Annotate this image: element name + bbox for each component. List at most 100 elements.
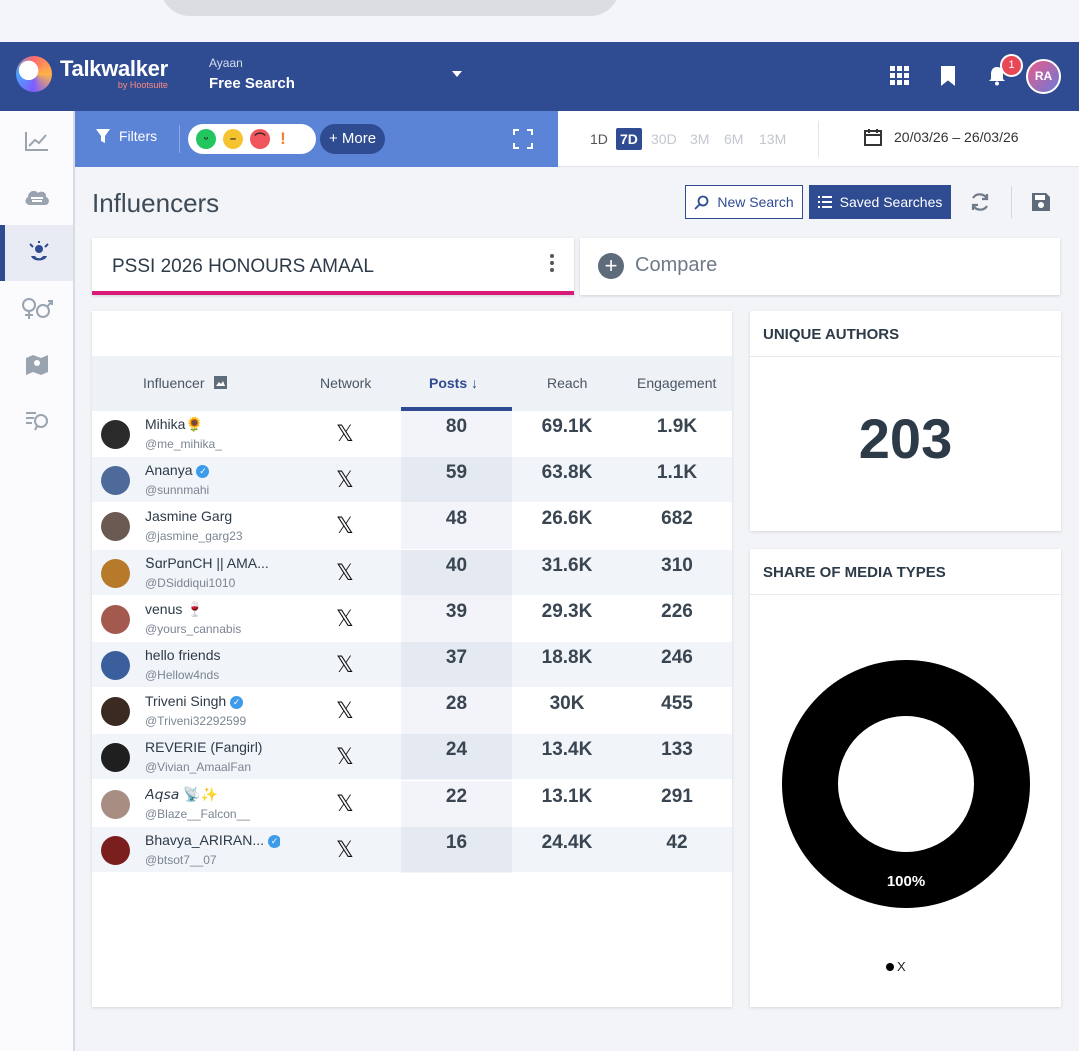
table-row[interactable]: Ananya ✓ @sunnmahi 𝕏 59 63.8K 1.1K [92, 457, 732, 504]
influencer-avatar[interactable] [101, 743, 130, 773]
influencer-name[interactable]: Mihika🌻 [145, 416, 203, 433]
bookmark-icon[interactable] [941, 66, 955, 86]
brand-name: Talkwalker [60, 56, 168, 81]
talkwalker-logo-icon [16, 56, 52, 92]
posts-count: 28 [445, 693, 468, 715]
table-row[interactable]: REVERIE (Fangirl) @Vivian_AmaalFan 𝕏 24 … [92, 734, 732, 781]
influencer-handle: @yours_cannabis [145, 621, 242, 636]
influencer-name[interactable]: REVERIE (Fangirl) [145, 739, 262, 755]
influencer-avatar[interactable] [101, 835, 130, 865]
table-row[interactable]: Triveni Singh ✓ @Triveni32292599 𝕏 28 30K… [92, 688, 732, 735]
sentiment-filter[interactable]: ᵕ – ⌒ ! [188, 124, 316, 154]
influencer-name[interactable]: Jasmine Garg [145, 508, 232, 524]
x-network-icon: 𝕏 [336, 606, 354, 632]
influencer-name[interactable]: 𝘈𝘲𝘴𝘢 📡✨ [145, 786, 218, 803]
influencer-avatar[interactable] [101, 558, 130, 588]
query-tab[interactable]: PSSI 2026 HONOURS AMAAL [92, 238, 574, 295]
compare-tab[interactable]: + Compare [580, 238, 1060, 295]
influencer-name[interactable]: venus 🍷 [145, 601, 204, 618]
x-network-icon: 𝕏 [336, 560, 354, 586]
influencer-avatar[interactable] [101, 512, 130, 542]
range-30d[interactable]: 30D [647, 128, 681, 150]
alert-sentiment-icon[interactable]: ! [277, 129, 289, 149]
saved-searches-button[interactable]: Saved Searches [809, 185, 951, 219]
expand-fullscreen-icon[interactable] [513, 129, 533, 149]
x-network-icon: 𝕏 [336, 653, 354, 678]
more-options-icon[interactable] [550, 254, 554, 272]
x-network-icon: 𝕏 [336, 837, 354, 863]
influencer-avatar[interactable] [101, 420, 130, 449]
influencer-avatar[interactable] [101, 466, 130, 496]
page-title: Influencers [92, 188, 220, 218]
notification-badge: 1 [1000, 54, 1023, 77]
more-filters-button[interactable]: + More [320, 124, 386, 154]
sidebar-item-topics[interactable] [0, 169, 73, 225]
filters-button[interactable]: Filters [95, 128, 157, 144]
influencer-name[interactable]: Ananya ✓ [145, 462, 210, 479]
table-row[interactable]: Jasmine Garg @jasmine_garg23 𝕏 48 26.6K … [92, 503, 732, 550]
range-1d[interactable]: 1D [586, 128, 612, 150]
col-influencer-label: Influencer [143, 375, 205, 391]
col-network[interactable]: Network [320, 375, 371, 391]
influencer-handle: @btsot7__07 [145, 852, 217, 867]
posts-count: 37 [445, 647, 468, 668]
sidebar-item-conversations[interactable] [0, 393, 73, 449]
search-type: Free Search [209, 75, 295, 92]
engagement-value: 1.1K [656, 462, 698, 484]
image-export-icon[interactable] [214, 376, 228, 389]
influencer-name[interactable]: Bhavya_ARIRAN... ✓ [145, 832, 280, 848]
range-13m[interactable]: 13M [755, 128, 790, 150]
table-row[interactable]: venus 🍷 @yours_cannabis 𝕏 39 29.3K 226 [92, 595, 732, 642]
table-row[interactable]: ՏɑrPɑnCH || AMA... @DSiddiqui1010 𝕏 40 3… [92, 549, 732, 596]
positive-sentiment-icon[interactable]: ᵕ [196, 129, 216, 149]
neutral-sentiment-icon[interactable]: – [223, 129, 243, 149]
donut-percent-label: 100% [887, 873, 925, 890]
influencer-avatar[interactable] [101, 697, 130, 727]
talkwalker-logo[interactable]: Talkwalker by Hootsuite [16, 56, 168, 92]
negative-sentiment-icon[interactable]: ⌒ [250, 129, 270, 149]
sidebar-item-demographics[interactable] [0, 281, 73, 337]
project-selector[interactable]: Ayaan Free Search [209, 56, 295, 92]
sort-down-arrow-icon: ↓ [471, 375, 479, 391]
col-posts[interactable]: Posts ↓ [429, 375, 478, 391]
browser-address-pill[interactable] [160, 0, 620, 16]
new-search-button[interactable]: New Search [685, 185, 803, 219]
sidebar-item-influencers[interactable] [0, 225, 73, 281]
range-3m[interactable]: 3M [686, 128, 713, 150]
col-reach[interactable]: Reach [547, 375, 587, 391]
engagement-value: 226 [661, 600, 693, 622]
media-types-card: SHARE OF MEDIA TYPES 100% X [750, 549, 1061, 1007]
influencer-name[interactable]: hello friends [145, 647, 221, 663]
chevron-down-icon[interactable] [452, 71, 462, 77]
user-avatar[interactable]: RA [1026, 59, 1061, 94]
influencer-name[interactable]: ՏɑrPɑnCH || AMA... [145, 555, 269, 572]
x-network-icon: 𝕏 [336, 745, 354, 771]
sidebar-item-geo[interactable] [0, 337, 73, 393]
date-range-picker[interactable]: 20/03/26 – 26/03/26 [864, 128, 1019, 146]
influencer-avatar[interactable] [101, 651, 130, 680]
reach-value: 13.1K [541, 785, 593, 807]
influencer-avatar[interactable] [101, 789, 130, 819]
influencer-avatar[interactable] [101, 604, 130, 634]
unique-authors-title: UNIQUE AUTHORS [763, 326, 900, 343]
range-6m[interactable]: 6M [720, 128, 747, 150]
table-row[interactable]: 𝘈𝘲𝘴𝘢 📡✨ @Blaze__Falcon__ 𝕏 22 13.1K 291 [92, 780, 732, 827]
table-row[interactable]: Mihika🌻 @me_mihika_ 𝕏 80 69.1K 1.9K [92, 411, 732, 457]
refresh-icon[interactable] [969, 191, 991, 213]
posts-count: 40 [445, 554, 468, 576]
table-row[interactable]: hello friends @Hellow4nds 𝕏 37 18.8K 246 [92, 642, 732, 688]
sidebar-item-trends[interactable] [0, 113, 73, 169]
table-row[interactable]: Bhavya_ARIRAN... ✓ @btsot7__07 𝕏 16 24.4K… [92, 826, 732, 873]
engagement-value: 133 [661, 739, 693, 761]
posts-count: 16 [445, 831, 468, 853]
apps-grid-icon[interactable] [890, 66, 909, 85]
save-icon[interactable] [1031, 192, 1051, 212]
posts-count: 39 [445, 600, 468, 622]
col-engagement[interactable]: Engagement [637, 375, 716, 391]
influencer-name[interactable]: Triveni Singh ✓ [145, 693, 244, 710]
range-7d[interactable]: 7D [616, 128, 642, 150]
media-donut-chart[interactable]: 100% [781, 659, 1031, 909]
col-influencer[interactable]: Influencer [143, 375, 228, 391]
chart-legend[interactable]: X [886, 959, 906, 974]
donut-slice-x[interactable] [782, 660, 1030, 908]
